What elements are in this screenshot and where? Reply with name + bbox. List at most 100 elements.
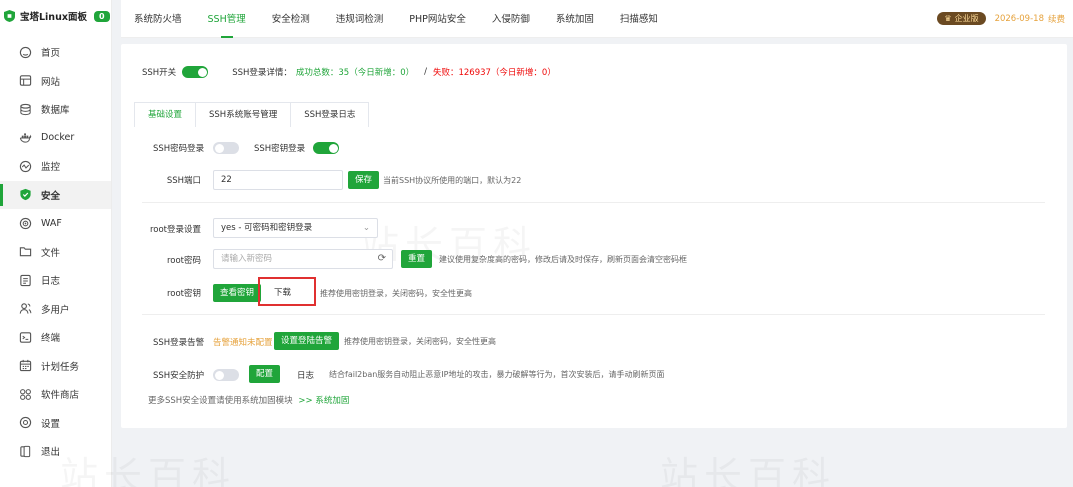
sidebar-item-13[interactable]: 设置 [0, 409, 111, 438]
ssh-port-label: SSH端口 [166, 176, 201, 186]
brand: 宝塔Linux面板 0 [4, 7, 110, 25]
terminal-icon [19, 331, 32, 344]
download-highlight-box [258, 277, 316, 306]
sidebar-item-8[interactable]: 日志 [0, 266, 111, 295]
ssh-success-count: 成功总数：35（今日新增：0） [295, 68, 415, 78]
sidebar-item-2[interactable]: 数据库 [0, 95, 111, 124]
divider [142, 314, 1045, 315]
reset-password-button[interactable]: 重置 [401, 250, 433, 268]
renew-link[interactable]: 续费 [1048, 13, 1065, 25]
refresh-icon[interactable]: ⟳ [378, 250, 386, 268]
save-port-button[interactable]: 保存 [348, 171, 380, 189]
crown-icon: ♛ [944, 14, 952, 23]
root-login-value: yes - 可密码和密钥登录 [221, 223, 313, 233]
subtab-2[interactable]: SSH登录日志 [290, 102, 370, 127]
sidebar-item-9[interactable]: 多用户 [0, 295, 111, 324]
ssh-sub-tabs: 基础设置 SSH系统账号管理 SSH登录日志 [134, 102, 370, 127]
top-tab-bar: 系统防火墙 SSH管理 安全检测 违规词检测 PHP网站安全 入侵防御 系统加固 扫描感知 ♛… [121, 0, 1073, 38]
chevron-down-icon: ⌄ [362, 223, 370, 233]
system-hardening-link[interactable]: >> 系统加固 [298, 396, 349, 406]
reset-password-hint: 建议使用复杂度高的密码，修改后请及时保存，刷新页面会清空密码框 [439, 255, 687, 264]
sidebar-item-11[interactable]: 计划任务 [0, 352, 111, 381]
enterprise-badge[interactable]: ♛ 企业版 [937, 12, 986, 25]
subtab-1[interactable]: SSH系统账号管理 [195, 102, 292, 127]
alert-status: 告警通知未配置 [213, 338, 273, 348]
apps-icon [19, 388, 32, 401]
notification-badge[interactable]: 0 [93, 10, 110, 22]
ssh-status-row: SSH开关 SSH登录详情： 成功总数：35（今日新增：0） / 失败：1269… [142, 66, 556, 78]
subtab-0[interactable]: 基础设置 [134, 102, 197, 127]
ssh-alert-label: SSH登录告警 [153, 338, 205, 348]
sidebar-item-6[interactable]: WAF [0, 209, 111, 238]
log-icon [19, 274, 32, 287]
enterprise-info: ♛ 企业版 2026-09-18 续费 [937, 12, 1065, 25]
sidebar-item-label: WAF [41, 217, 62, 229]
sidebar-nav: 首页网站数据库 Docker 监控安全 WAF 文件日志多用户 终端计划任务软件商店设置退… [0, 38, 111, 466]
ssh-protection-label: SSH安全防护 [153, 371, 205, 381]
ssh-switch-toggle[interactable] [182, 66, 209, 78]
monitor-icon [19, 160, 32, 173]
log-link[interactable]: 日志 [297, 369, 314, 381]
enterprise-label: 企业版 [954, 14, 979, 23]
folder-icon [19, 245, 32, 258]
divider [142, 202, 1045, 203]
tab-2[interactable]: 安全检测 [259, 0, 323, 38]
sidebar-item-label: 安全 [41, 190, 61, 202]
key-login-label: SSH密钥登录 [254, 144, 306, 154]
sidebar-item-4[interactable]: 监控 [0, 152, 111, 181]
ssh-separator: / [424, 67, 427, 77]
password-login-toggle[interactable] [213, 142, 239, 154]
calendar-icon [19, 359, 32, 372]
sidebar-item-5[interactable]: 安全 [0, 180, 111, 209]
sidebar-item-0[interactable]: 首页 [0, 38, 111, 67]
sidebar-item-label: 日志 [41, 276, 61, 288]
logout-icon [19, 445, 32, 458]
root-password-input[interactable]: 请输入新密码 ⟳ [213, 249, 393, 269]
ssh-port-hint: 当前SSH协议所使用的端口，默认为22 [383, 176, 522, 185]
sidebar-item-label: 退出 [41, 447, 61, 459]
ssh-port-input[interactable]: 22 [213, 170, 343, 190]
sidebar-item-10[interactable]: 终端 [0, 323, 111, 352]
tab-3[interactable]: 违规词检测 [323, 0, 397, 38]
gear-icon [19, 416, 32, 429]
sidebar-item-label: Docker [41, 132, 75, 144]
ssh-switch-label: SSH开关 [142, 68, 177, 78]
tab-4[interactable]: PHP网站安全 [396, 0, 479, 38]
set-alert-button[interactable]: 设置登陆告警 [274, 332, 340, 350]
tab-0[interactable]: 系统防火墙 [121, 0, 195, 38]
home-icon [19, 46, 32, 59]
ssh-fail-count: 失败：126937（今日新增：0） [432, 68, 556, 78]
expiry-date: 2026-09-18 [994, 13, 1044, 24]
docker-icon [19, 131, 32, 144]
bt-logo-icon [4, 10, 15, 22]
sidebar-item-7[interactable]: 文件 [0, 238, 111, 267]
sidebar-item-label: 首页 [41, 48, 61, 60]
ssh-details-label: SSH登录详情： [232, 68, 292, 78]
sidebar-item-label: 软件商店 [41, 390, 80, 402]
ssh-protection-toggle[interactable] [213, 369, 239, 381]
sidebar-item-label: 监控 [41, 162, 61, 174]
tab-7[interactable]: 扫描感知 [607, 0, 671, 38]
footer-note: 更多SSH安全设置请使用系统加固模块 >> 系统加固 [148, 394, 349, 406]
config-button[interactable]: 配置 [249, 365, 281, 383]
tab-6[interactable]: 系统加固 [543, 0, 607, 38]
alert-hint: 推荐使用密钥登录，关闭密码，安全性更高 [344, 337, 496, 346]
footer-text: 更多SSH安全设置请使用系统加固模块 [148, 396, 293, 406]
root-login-select[interactable]: yes - 可密码和密钥登录 ⌄ [213, 218, 378, 238]
sidebar-item-1[interactable]: 网站 [0, 67, 111, 96]
users-icon [19, 302, 32, 315]
sidebar-item-label: 网站 [41, 76, 61, 88]
sidebar-item-label: 计划任务 [41, 361, 80, 373]
password-login-label: SSH密码登录 [153, 144, 205, 154]
watermark: 站长百科 [660, 445, 836, 487]
sidebar-item-14[interactable]: 退出 [0, 437, 111, 466]
shield-icon [19, 188, 32, 201]
view-key-button[interactable]: 查看密钥 [213, 284, 262, 302]
tab-5[interactable]: 入侵防御 [479, 0, 543, 38]
tab-1[interactable]: SSH管理 [195, 0, 259, 38]
root-password-label: root密码 [166, 256, 201, 266]
sidebar-item-3[interactable]: Docker [0, 124, 111, 153]
globe-icon [19, 74, 32, 87]
key-login-toggle[interactable] [313, 142, 339, 154]
sidebar-item-12[interactable]: 软件商店 [0, 380, 111, 409]
